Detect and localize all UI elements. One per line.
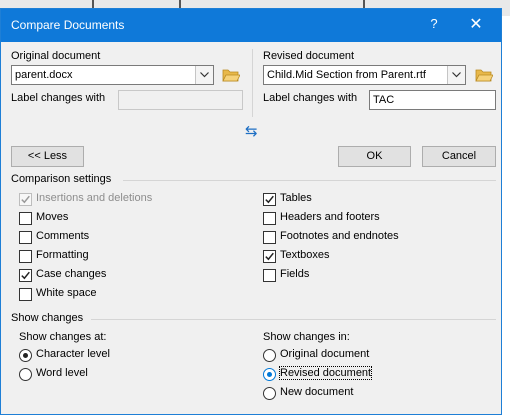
- cancel-button[interactable]: Cancel: [422, 146, 496, 167]
- checkbox-unchecked-icon[interactable]: [263, 231, 276, 244]
- show-changes-in-label: Show changes in:: [263, 331, 350, 343]
- section-divider: [123, 180, 496, 181]
- background-mark: [92, 0, 94, 8]
- revised-label-changes-label: Label changes with: [263, 92, 358, 104]
- revised-label-changes-value: TAC: [373, 94, 395, 106]
- show-changes-heading: Show changes: [11, 312, 84, 324]
- checkbox-unchecked-icon[interactable]: [263, 212, 276, 225]
- original-label-changes-label: Label changes with: [11, 92, 106, 104]
- checkbox-label: White space: [36, 287, 97, 299]
- chevron-down-icon[interactable]: [195, 66, 213, 84]
- checkbox-unchecked-icon[interactable]: [263, 269, 276, 282]
- radio-selected-icon[interactable]: [19, 349, 32, 362]
- revised-document-combo[interactable]: Child.Mid Section from Parent.rtf: [263, 65, 466, 85]
- original-label-changes-field: [118, 90, 243, 110]
- radio-label: New document: [280, 386, 354, 398]
- checkbox-checked-icon[interactable]: [263, 193, 276, 206]
- show-changes-at-label: Show changes at:: [19, 331, 107, 343]
- checkbox-label: Footnotes and endnotes: [280, 230, 399, 242]
- radio-label: Word level: [36, 367, 88, 379]
- checkbox-label: Headers and footers: [280, 211, 380, 223]
- checkbox-label: Tables: [280, 192, 312, 204]
- window-title: Compare Documents: [11, 18, 125, 32]
- radio-label: Original document: [280, 348, 370, 360]
- original-document-value: parent.docx: [15, 69, 73, 81]
- folder-open-icon[interactable]: [475, 68, 493, 82]
- revised-document-value: Child.Mid Section from Parent.rtf: [267, 69, 426, 81]
- radio-label: Character level: [36, 348, 110, 360]
- column-divider: [252, 49, 253, 117]
- swap-documents-icon[interactable]: ⇆: [245, 122, 258, 140]
- checkbox-unchecked-icon[interactable]: [19, 250, 32, 263]
- folder-open-icon[interactable]: [222, 68, 240, 82]
- checkbox-label: Comments: [36, 230, 90, 242]
- title-bar: Compare Documents ? ✕: [1, 9, 501, 42]
- original-document-label: Original document: [11, 50, 101, 62]
- revised-label-changes-field[interactable]: TAC: [369, 90, 496, 110]
- radio-unselected-icon[interactable]: [263, 349, 276, 362]
- checkbox-unchecked-icon[interactable]: [19, 231, 32, 244]
- radio-unselected-icon[interactable]: [263, 387, 276, 400]
- radio-selected-icon[interactable]: [263, 368, 276, 381]
- help-button[interactable]: ?: [424, 16, 444, 31]
- ok-button[interactable]: OK: [338, 146, 411, 167]
- checkbox-unchecked-icon[interactable]: [19, 212, 32, 225]
- checkbox-label: Moves: [36, 211, 69, 223]
- checkbox-unchecked-icon[interactable]: [19, 288, 32, 301]
- close-button[interactable]: ✕: [464, 14, 488, 34]
- checkbox-checked-icon[interactable]: [19, 269, 32, 282]
- radio-label: Revised document: [278, 366, 373, 380]
- radio-unselected-icon[interactable]: [19, 368, 32, 381]
- checkbox-label: Textboxes: [280, 249, 330, 261]
- background-mark: [363, 0, 365, 8]
- section-divider: [91, 319, 496, 320]
- revised-document-label: Revised document: [263, 50, 355, 62]
- background-mark: [179, 0, 181, 8]
- chevron-down-icon[interactable]: [447, 66, 465, 84]
- checkbox-label: Fields: [280, 268, 310, 280]
- checkbox-label: Formatting: [36, 249, 89, 261]
- checkbox-checked-icon: [19, 193, 32, 206]
- checkbox-label: Insertions and deletions: [36, 192, 153, 204]
- comparison-settings-heading: Comparison settings: [11, 173, 112, 185]
- original-document-combo[interactable]: parent.docx: [11, 65, 214, 85]
- checkbox-checked-icon[interactable]: [263, 250, 276, 263]
- less-button[interactable]: << Less: [11, 146, 84, 167]
- compare-documents-dialog: Compare Documents ? ✕ Original document …: [0, 8, 502, 415]
- checkbox-label: Case changes: [36, 268, 107, 280]
